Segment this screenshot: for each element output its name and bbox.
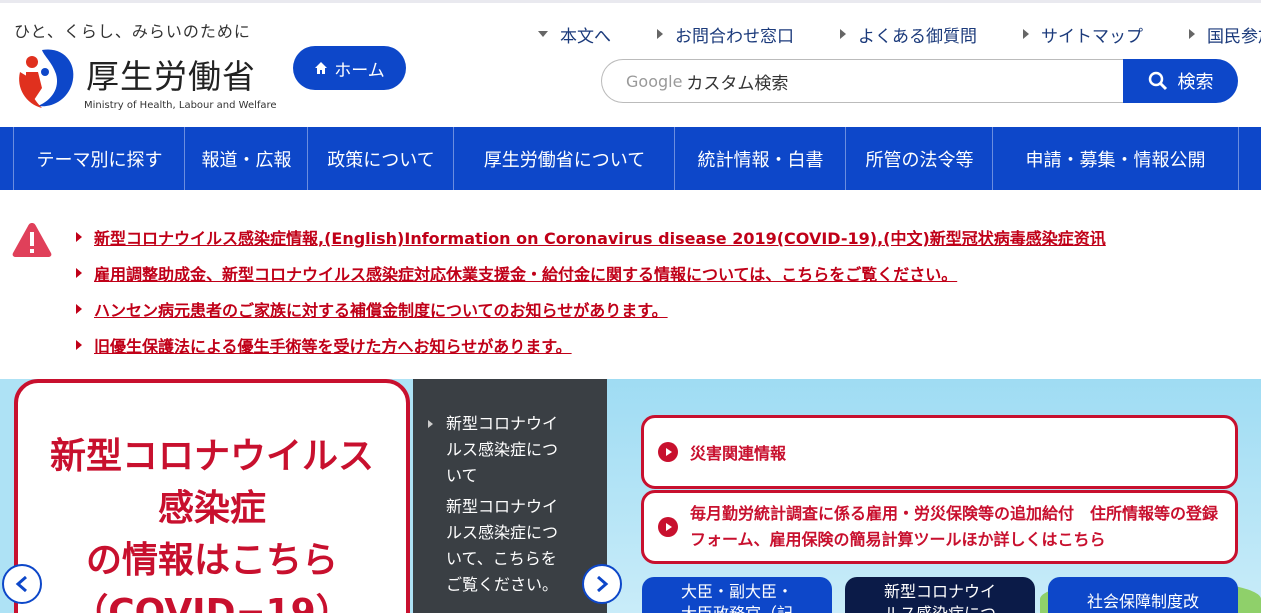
tile-ministers[interactable]: 大臣・副大臣・大臣政務官（記 [642,577,832,613]
notice-disaster-info[interactable]: 災害関連情報 [641,415,1238,489]
logo-english: Ministry of Health, Labour and Welfare [84,100,277,111]
chevron-right-icon [76,232,82,242]
chevron-left-icon [15,576,27,592]
covid-banner[interactable]: 新型コロナウイルス 感染症 の情報はこちら （COVID−19） [14,379,410,613]
banner-text: 新型コロナウイルス 感染症 の情報はこちら （COVID−19） [49,436,374,613]
util-link-sitemap[interactable]: サイトマップ [1005,22,1143,47]
hero-section: 新型コロナウイルス 感染症 の情報はこちら （COVID−19） 新型コロナウイ… [0,379,1261,613]
util-link-main-content[interactable]: 本文へ [520,22,611,47]
nav-item-applications[interactable]: 申請・募集・情報公開 [992,127,1239,190]
alert-link-covid[interactable]: 新型コロナウイルス感染症情報,(English)Information on C… [76,225,1106,249]
nav-item-statistics[interactable]: 統計情報・白書 [674,127,846,190]
chevron-right-icon [428,420,433,428]
tile-covid[interactable]: 新型コロナウイルス感染症につ [845,577,1035,613]
chevron-right-icon [657,29,663,39]
util-link-contact[interactable]: お問合わせ窓口 [639,22,794,47]
top-border [0,0,1261,3]
nav-item-policies[interactable]: 政策について [307,127,454,190]
chevron-right-icon [1023,29,1029,39]
tagline: ひと、くらし、みらいのために [14,22,251,41]
home-icon [315,62,328,74]
alert-link-hansen[interactable]: ハンセン病元患者のご家族に対する補償金制度についてのお知らせがあります。 [76,297,668,321]
carousel-next-button[interactable] [582,564,622,604]
chevron-down-icon [538,31,548,37]
chevron-right-icon [76,304,82,314]
search-button-label: 検索 [1177,72,1214,93]
chevron-right-icon [597,576,609,592]
nav-item-laws[interactable]: 所管の法令等 [845,127,993,190]
search-icon [1148,71,1167,91]
nav-item-themes[interactable]: テーマ別に探す [13,127,185,190]
nav-item-press[interactable]: 報道・広報 [184,127,308,190]
play-icon [658,442,678,462]
util-link-participation[interactable]: 国民参加の場 [1171,22,1261,47]
carousel-caption-desc: 新型コロナウイルス感染症について、こちらをご覧ください。 [446,497,559,594]
carousel-caption-panel: 新型コロナウイルス感染症について 新型コロナウイルス感染症について、こちらをご覧… [413,379,607,613]
home-label: ホーム [334,60,385,81]
search-placeholder: カスタム検索 [686,73,789,94]
global-nav: テーマ別に探す 報道・広報 政策について 厚生労働省について 統計情報・白書 所… [0,127,1261,190]
alert-link-eugenics[interactable]: 旧優生保護法による優生手術等を受けた方へお知らせがあります。 [76,333,572,357]
home-button[interactable]: ホーム [293,46,406,90]
chevron-right-icon [840,29,846,39]
nav-item-about[interactable]: 厚生労働省について [453,127,675,190]
search-box: Google カスタム検索 検索 [601,59,1238,103]
tile-social-security[interactable]: 社会保障制度改 [1048,577,1238,613]
notice-additional-benefits[interactable]: 毎月勤労統計調査に係る雇用・労災保険等の追加給付 住所情報等の登録フォーム、雇用… [641,490,1238,564]
alert-link-subsidy[interactable]: 雇用調整助成金、新型コロナウイルス感染症対応休業支援金・給付金に関する情報につい… [76,261,957,285]
warning-icon [12,223,52,257]
chevron-right-icon [1189,29,1195,39]
logo-name: 厚生労働省 [86,57,256,96]
search-input[interactable]: Google カスタム検索 [601,59,1148,103]
mhlw-logo-icon[interactable] [12,44,82,114]
play-icon [658,517,678,537]
search-button[interactable]: 検索 [1123,59,1238,103]
util-link-faq[interactable]: よくある御質問 [822,22,977,47]
chevron-right-icon [76,268,82,278]
google-label: Google [626,71,683,91]
utility-links: 本文へ お問合わせ窓口 よくある御質問 サイトマップ 国民参加の場 [520,22,1261,47]
carousel-prev-button[interactable] [2,564,42,604]
carousel-caption-title[interactable]: 新型コロナウイルス感染症について [428,411,568,489]
chevron-right-icon [76,340,82,350]
